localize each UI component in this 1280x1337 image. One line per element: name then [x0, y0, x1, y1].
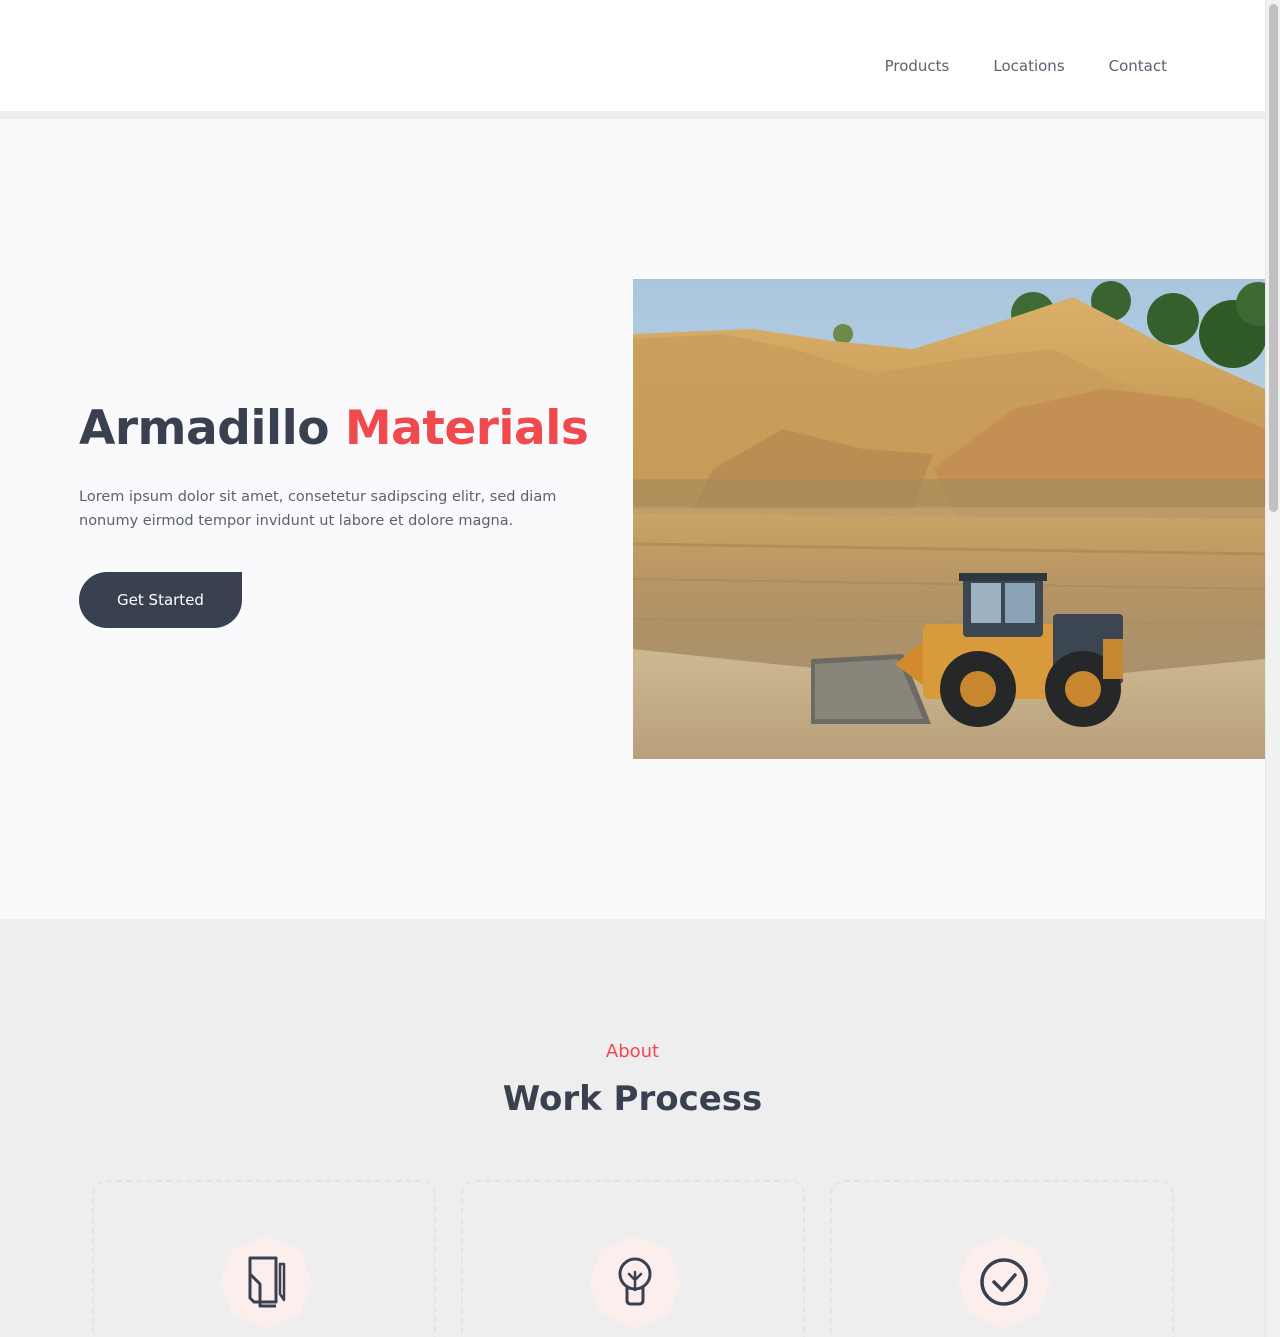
page: Products Locations Contact Armadillo Mat… [0, 0, 1265, 1337]
about-eyebrow: About [605, 1041, 660, 1062]
site-header: Products Locations Contact [0, 0, 1265, 111]
hero-description: Lorem ipsum dolor sit amet, consetetur s… [79, 489, 557, 529]
nav-link-locations[interactable]: Locations [993, 56, 1064, 76]
about-title: Work Process [502, 1079, 763, 1119]
get-started-button[interactable]: Get Started [79, 572, 242, 628]
nav-link-products[interactable]: Products [885, 56, 950, 76]
main-nav: Products Locations Contact [885, 56, 1167, 76]
header-divider [0, 111, 1265, 119]
hero-title-accent: Materials [344, 401, 589, 456]
hero-image-wheel-loader-quarry [633, 279, 1265, 759]
process-card [461, 1180, 805, 1337]
process-cards [92, 1180, 1174, 1337]
hero-title: Armadillo Materials [79, 401, 589, 456]
quarry-illustration [633, 279, 1265, 759]
check-circle-icon [956, 1234, 1052, 1330]
page-scrollbar[interactable] [1265, 0, 1280, 1337]
hero-title-main: Armadillo [79, 401, 330, 456]
hero-section: Armadillo Materials Lorem ipsum dolor si… [0, 119, 1265, 919]
document-icon [218, 1234, 314, 1330]
nav-link-contact[interactable]: Contact [1109, 56, 1167, 76]
about-section: About Work Process [0, 919, 1265, 1337]
process-card [92, 1180, 436, 1337]
scrollbar-thumb[interactable] [1269, 4, 1278, 512]
process-card [830, 1180, 1174, 1337]
lightbulb-icon [587, 1234, 683, 1330]
